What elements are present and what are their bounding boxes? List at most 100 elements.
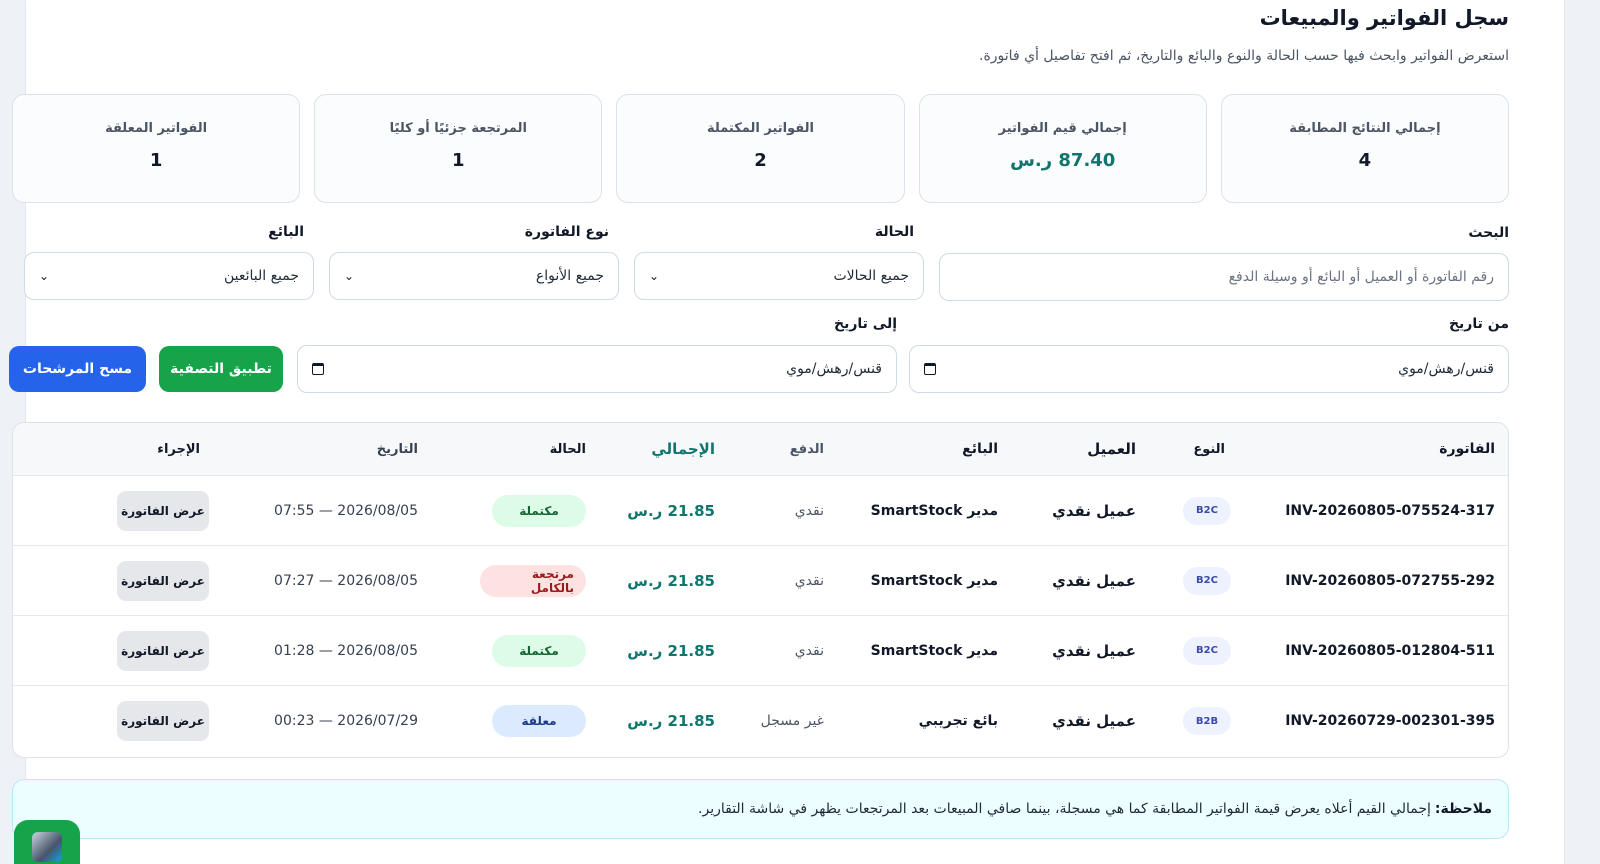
- stat-label: المرتجعة جزئيًا أو كليًا: [389, 121, 527, 136]
- type-select[interactable]: جميع الأنواع ⌄: [329, 252, 619, 300]
- type-cell: B2B: [1183, 686, 1231, 756]
- calendar-icon[interactable]: [312, 363, 324, 375]
- type-select-value: جميع الأنواع: [535, 268, 604, 284]
- stat-value: 2: [754, 150, 767, 171]
- search-input[interactable]: رقم الفاتورة أو العميل أو البائع أو وسيل…: [939, 253, 1509, 301]
- invoice-total: 21.85 ر.س: [627, 501, 715, 520]
- view-invoice-button[interactable]: عرض الفاتورة: [117, 701, 209, 741]
- seller-select[interactable]: جميع البائعين ⌄: [24, 252, 314, 300]
- status-select-value: جميع الحالات: [833, 268, 910, 284]
- customer-name: عميل نقدي: [1052, 712, 1136, 730]
- type-badge: B2C: [1183, 636, 1231, 665]
- type-badge: B2B: [1183, 707, 1231, 735]
- status-badge: معلقة: [492, 705, 586, 737]
- invoice-number: INV-20260805-012804-511: [1285, 642, 1495, 659]
- stat-pending: الفواتير المعلقة 1: [11, 94, 301, 203]
- customer-name: عميل نقدي: [1052, 501, 1136, 520]
- chevron-down-icon: ⌄: [344, 269, 355, 283]
- status-select[interactable]: جميع الحالات ⌄: [634, 252, 924, 300]
- status-cell: مكتملة: [492, 476, 586, 545]
- status-filter-label: الحالة: [874, 224, 914, 240]
- invoice-date: 2026/08/05 — 07:55: [274, 502, 418, 519]
- invoice-number: INV-20260805-072755-292: [1285, 572, 1495, 589]
- status-cell: معلقة: [492, 686, 586, 756]
- payment-method: غير مسجل: [760, 713, 824, 729]
- table-row: INV-20260805-012804-511 B2C عميل نقدي مد…: [13, 616, 1508, 686]
- view-invoice-button[interactable]: عرض الفاتورة: [117, 490, 209, 531]
- status-badge: مرتجعة بالكامل: [480, 564, 586, 597]
- th-date: التاريخ: [376, 441, 418, 457]
- seller-select-value: جميع البائعين: [223, 268, 299, 284]
- view-invoice-button[interactable]: عرض الفاتورة: [117, 630, 209, 671]
- invoice-number: INV-20260729-002301-395: [1285, 713, 1495, 729]
- invoice-total: 21.85 ر.س: [627, 641, 715, 660]
- payment-method: نقدي: [794, 642, 824, 659]
- app-launcher-icon[interactable]: [14, 820, 80, 864]
- chevron-down-icon: ⌄: [649, 269, 660, 283]
- table-header: الفاتورة النوع العميل البائع الدفع الإجم…: [13, 423, 1508, 476]
- clear-filters-button[interactable]: مسح المرشحات: [9, 346, 146, 392]
- seller-name: مدير SmartStock: [870, 642, 998, 659]
- note-text: إجمالي القيم أعلاه يعرض قيمة الفواتير ال…: [698, 801, 1431, 817]
- note-title: ملاحظة:: [1434, 801, 1492, 817]
- stat-completed: الفواتير المكتملة 2: [616, 94, 905, 203]
- from-date-value: قنس/رهش/موي: [1398, 361, 1494, 377]
- invoice-number: INV-20260805-075524-317: [1285, 502, 1495, 519]
- invoice-total: 21.85 ر.س: [627, 712, 715, 730]
- action-cell: عرض الفاتورة: [117, 546, 209, 615]
- th-seller: البائع: [962, 441, 998, 457]
- customer-name: عميل نقدي: [1052, 571, 1136, 590]
- type-badge: B2C: [1183, 496, 1231, 525]
- from-date-label: من تاريخ: [1448, 316, 1509, 332]
- action-cell: عرض الفاتورة: [117, 616, 209, 685]
- invoice-total: 21.85 ر.س: [627, 571, 715, 590]
- stat-value: 4: [1358, 150, 1372, 171]
- type-cell: B2C: [1183, 546, 1231, 615]
- stat-returned: المرتجعة جزئيًا أو كليًا 1: [314, 94, 603, 203]
- calendar-icon[interactable]: [924, 363, 936, 375]
- seller-filter-label: البائع: [268, 224, 304, 240]
- status-badge: مكتملة: [492, 634, 586, 667]
- status-cell: مكتملة: [492, 616, 586, 685]
- th-type: النوع: [1193, 441, 1225, 457]
- to-date-label: إلى تاريخ: [833, 316, 897, 332]
- search-placeholder: رقم الفاتورة أو العميل أو البائع أو وسيل…: [1228, 269, 1494, 285]
- table-row: INV-20260729-002301-395 B2B عميل نقدي با…: [13, 686, 1508, 756]
- invoices-card: سجل الفواتير والمبيعات استعرض الفواتير و…: [9, 0, 1565, 864]
- payment-method: نقدي: [794, 502, 824, 519]
- th-payment: الدفع: [789, 441, 824, 457]
- app-thumbnail-icon: [32, 832, 62, 862]
- stat-value: 1: [149, 150, 163, 171]
- stat-label: الفواتير المكتملة: [707, 121, 814, 136]
- apply-filters-button[interactable]: تطبيق التصفية: [159, 346, 283, 392]
- th-customer: العميل: [1087, 440, 1136, 458]
- info-note: ملاحظة: إجمالي القيم أعلاه يعرض قيمة الف…: [12, 779, 1509, 839]
- invoice-date: 2026/07/29 — 00:23: [274, 713, 418, 729]
- type-cell: B2C: [1183, 476, 1231, 545]
- page-title: سجل الفواتير والمبيعات: [1259, 6, 1509, 30]
- th-status: الحالة: [549, 441, 586, 457]
- to-date-value: قنس/رهش/موي: [786, 361, 882, 377]
- from-date-input[interactable]: قنس/رهش/موي: [909, 345, 1509, 393]
- status-cell: مرتجعة بالكامل: [480, 546, 586, 615]
- stat-value: 87.40 ر.س: [1010, 150, 1116, 171]
- th-total: الإجمالي: [651, 440, 715, 458]
- type-badge: B2C: [1183, 566, 1231, 595]
- to-date-input[interactable]: قنس/رهش/موي: [297, 345, 897, 393]
- page-subtitle: استعرض الفواتير وابحث فيها حسب الحالة وا…: [979, 48, 1509, 64]
- stat-total-results: إجمالي النتائج المطابقة 4: [1220, 94, 1509, 203]
- table-row: INV-20260805-072755-292 B2C عميل نقدي مد…: [13, 546, 1508, 616]
- type-cell: B2C: [1183, 616, 1231, 685]
- invoice-date: 2026/08/05 — 01:28: [274, 642, 418, 659]
- table-row: INV-20260805-075524-317 B2C عميل نقدي مد…: [13, 476, 1508, 546]
- stat-total-amount: إجمالي قيم الفواتير 87.40 ر.س: [918, 94, 1207, 203]
- seller-name: مدير SmartStock: [870, 572, 998, 589]
- invoice-date: 2026/08/05 — 07:27: [274, 572, 418, 589]
- action-cell: عرض الفاتورة: [117, 476, 209, 545]
- stat-label: إجمالي النتائج المطابقة: [1289, 121, 1441, 136]
- view-invoice-button[interactable]: عرض الفاتورة: [117, 560, 209, 601]
- stat-value: 1: [452, 150, 465, 171]
- stats-row: إجمالي النتائج المطابقة 4 إجمالي قيم الف…: [11, 94, 1509, 203]
- type-filter-label: نوع الفاتورة: [524, 224, 609, 240]
- status-badge: مكتملة: [492, 494, 586, 527]
